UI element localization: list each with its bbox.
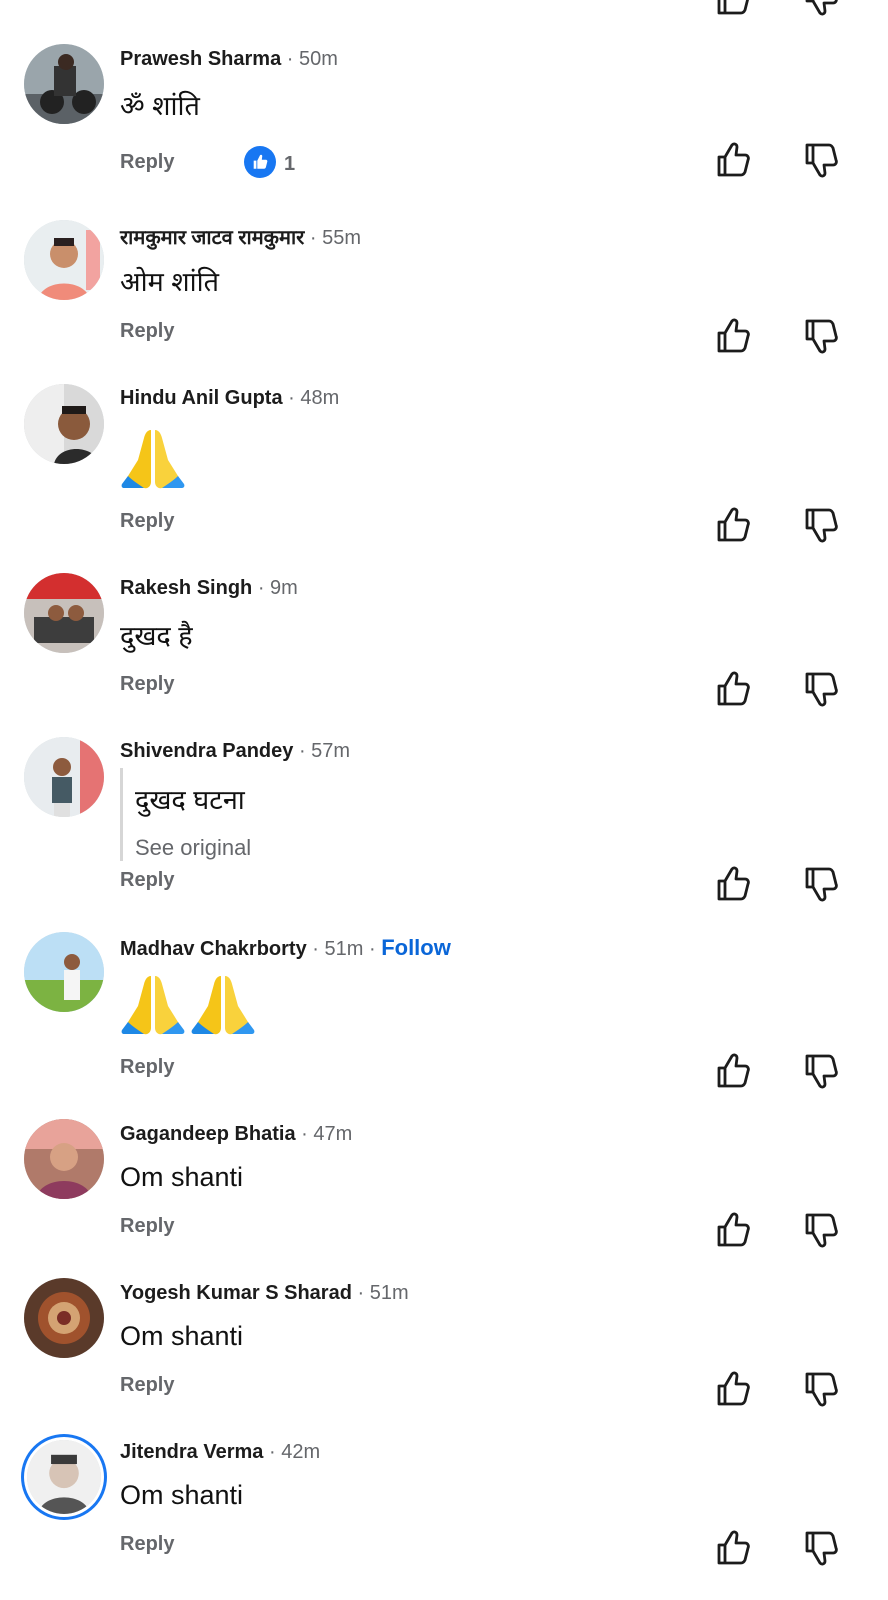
reply-button[interactable]: Reply [120, 320, 174, 343]
commenter-name[interactable]: Jitendra Verma [120, 1441, 263, 1463]
avatar[interactable] [24, 220, 104, 300]
avatar[interactable] [24, 932, 104, 1012]
dislike-icon[interactable] [801, 1369, 841, 1409]
comment-text [120, 424, 186, 495]
dislike-icon[interactable] [801, 140, 841, 180]
translated-block: दुखद घटना See original [120, 768, 251, 861]
comment-text: Om shanti [120, 1321, 244, 1351]
comment-time: · 9m [257, 577, 298, 599]
like-icon[interactable] [713, 1210, 753, 1250]
comment-time: · 55m [309, 227, 362, 249]
see-original-link[interactable]: See original [135, 835, 251, 861]
dislike-icon[interactable] [801, 0, 841, 18]
pray-emoji-icon [120, 970, 186, 1036]
commenter-name[interactable]: Rakesh Singh [120, 577, 252, 599]
like-count: 1 [284, 153, 296, 175]
comment-text: Om shanti [120, 1480, 244, 1510]
comment-text: ओम शांति [120, 267, 220, 297]
reply-button[interactable]: Reply [120, 1056, 174, 1079]
like-icon[interactable] [713, 1369, 753, 1409]
dislike-icon[interactable] [801, 864, 841, 904]
pray-emoji-icon [190, 970, 256, 1036]
dislike-icon[interactable] [801, 316, 841, 356]
like-icon[interactable] [713, 864, 753, 904]
comment-time: · 57m [298, 740, 351, 762]
comment-time: · 51m · [312, 938, 376, 960]
like-icon[interactable] [713, 316, 753, 356]
comment-text [120, 970, 256, 1041]
dislike-icon[interactable] [801, 1210, 841, 1250]
commenter-name[interactable]: Hindu Anil Gupta [120, 387, 283, 409]
reply-button[interactable]: Reply [120, 1533, 174, 1556]
avatar[interactable] [27, 1440, 101, 1514]
comment-time: · 50m [286, 48, 338, 70]
commenter-name[interactable]: Gagandeep Bhatia [120, 1123, 296, 1145]
comment-text: दुखद है [120, 621, 193, 651]
commenter-name[interactable]: Yogesh Kumar S Sharad [120, 1282, 352, 1304]
reply-button[interactable]: Reply [120, 510, 174, 533]
like-icon[interactable] [713, 1051, 753, 1091]
dislike-icon[interactable] [801, 1528, 841, 1568]
follow-button[interactable]: Follow [381, 935, 451, 960]
avatar[interactable] [24, 737, 104, 817]
dislike-icon[interactable] [801, 1051, 841, 1091]
reply-button[interactable]: Reply [120, 1215, 174, 1238]
avatar[interactable] [24, 573, 104, 653]
reply-button[interactable]: Reply [120, 673, 174, 696]
like-icon[interactable] [713, 140, 753, 180]
commenter-name[interactable]: Shivendra Pandey [120, 740, 293, 762]
avatar[interactable] [24, 1278, 104, 1358]
commenter-name[interactable]: Prawesh Sharma [120, 48, 281, 70]
comment-time: · 51m [357, 1282, 409, 1304]
commenter-name[interactable]: Madhav Chakrborty [120, 938, 307, 960]
like-icon[interactable] [713, 1528, 753, 1568]
like-icon[interactable] [713, 669, 753, 709]
comment-time: · 47m [301, 1123, 353, 1145]
dislike-icon[interactable] [801, 505, 841, 545]
reply-button[interactable]: Reply [120, 869, 174, 892]
dislike-icon[interactable] [801, 669, 841, 709]
like-icon[interactable] [713, 505, 753, 545]
avatar[interactable] [24, 384, 104, 464]
avatar[interactable] [24, 1119, 104, 1199]
comment-text: Om shanti [120, 1162, 244, 1192]
like-icon[interactable] [713, 0, 753, 18]
pray-emoji-icon [120, 424, 186, 490]
comment-time: · 42m [268, 1441, 321, 1463]
like-reaction-icon [244, 146, 276, 178]
comment-text: दुखद घटना [135, 785, 245, 815]
commenter-name[interactable]: रामकुमार जाटव रामकुमार [120, 227, 304, 249]
reply-button[interactable]: Reply [120, 151, 174, 174]
comment-time: · 48m [288, 387, 340, 409]
avatar[interactable] [24, 44, 104, 124]
reply-button[interactable]: Reply [120, 1374, 174, 1397]
comment-text: ॐ शांति [120, 91, 200, 121]
